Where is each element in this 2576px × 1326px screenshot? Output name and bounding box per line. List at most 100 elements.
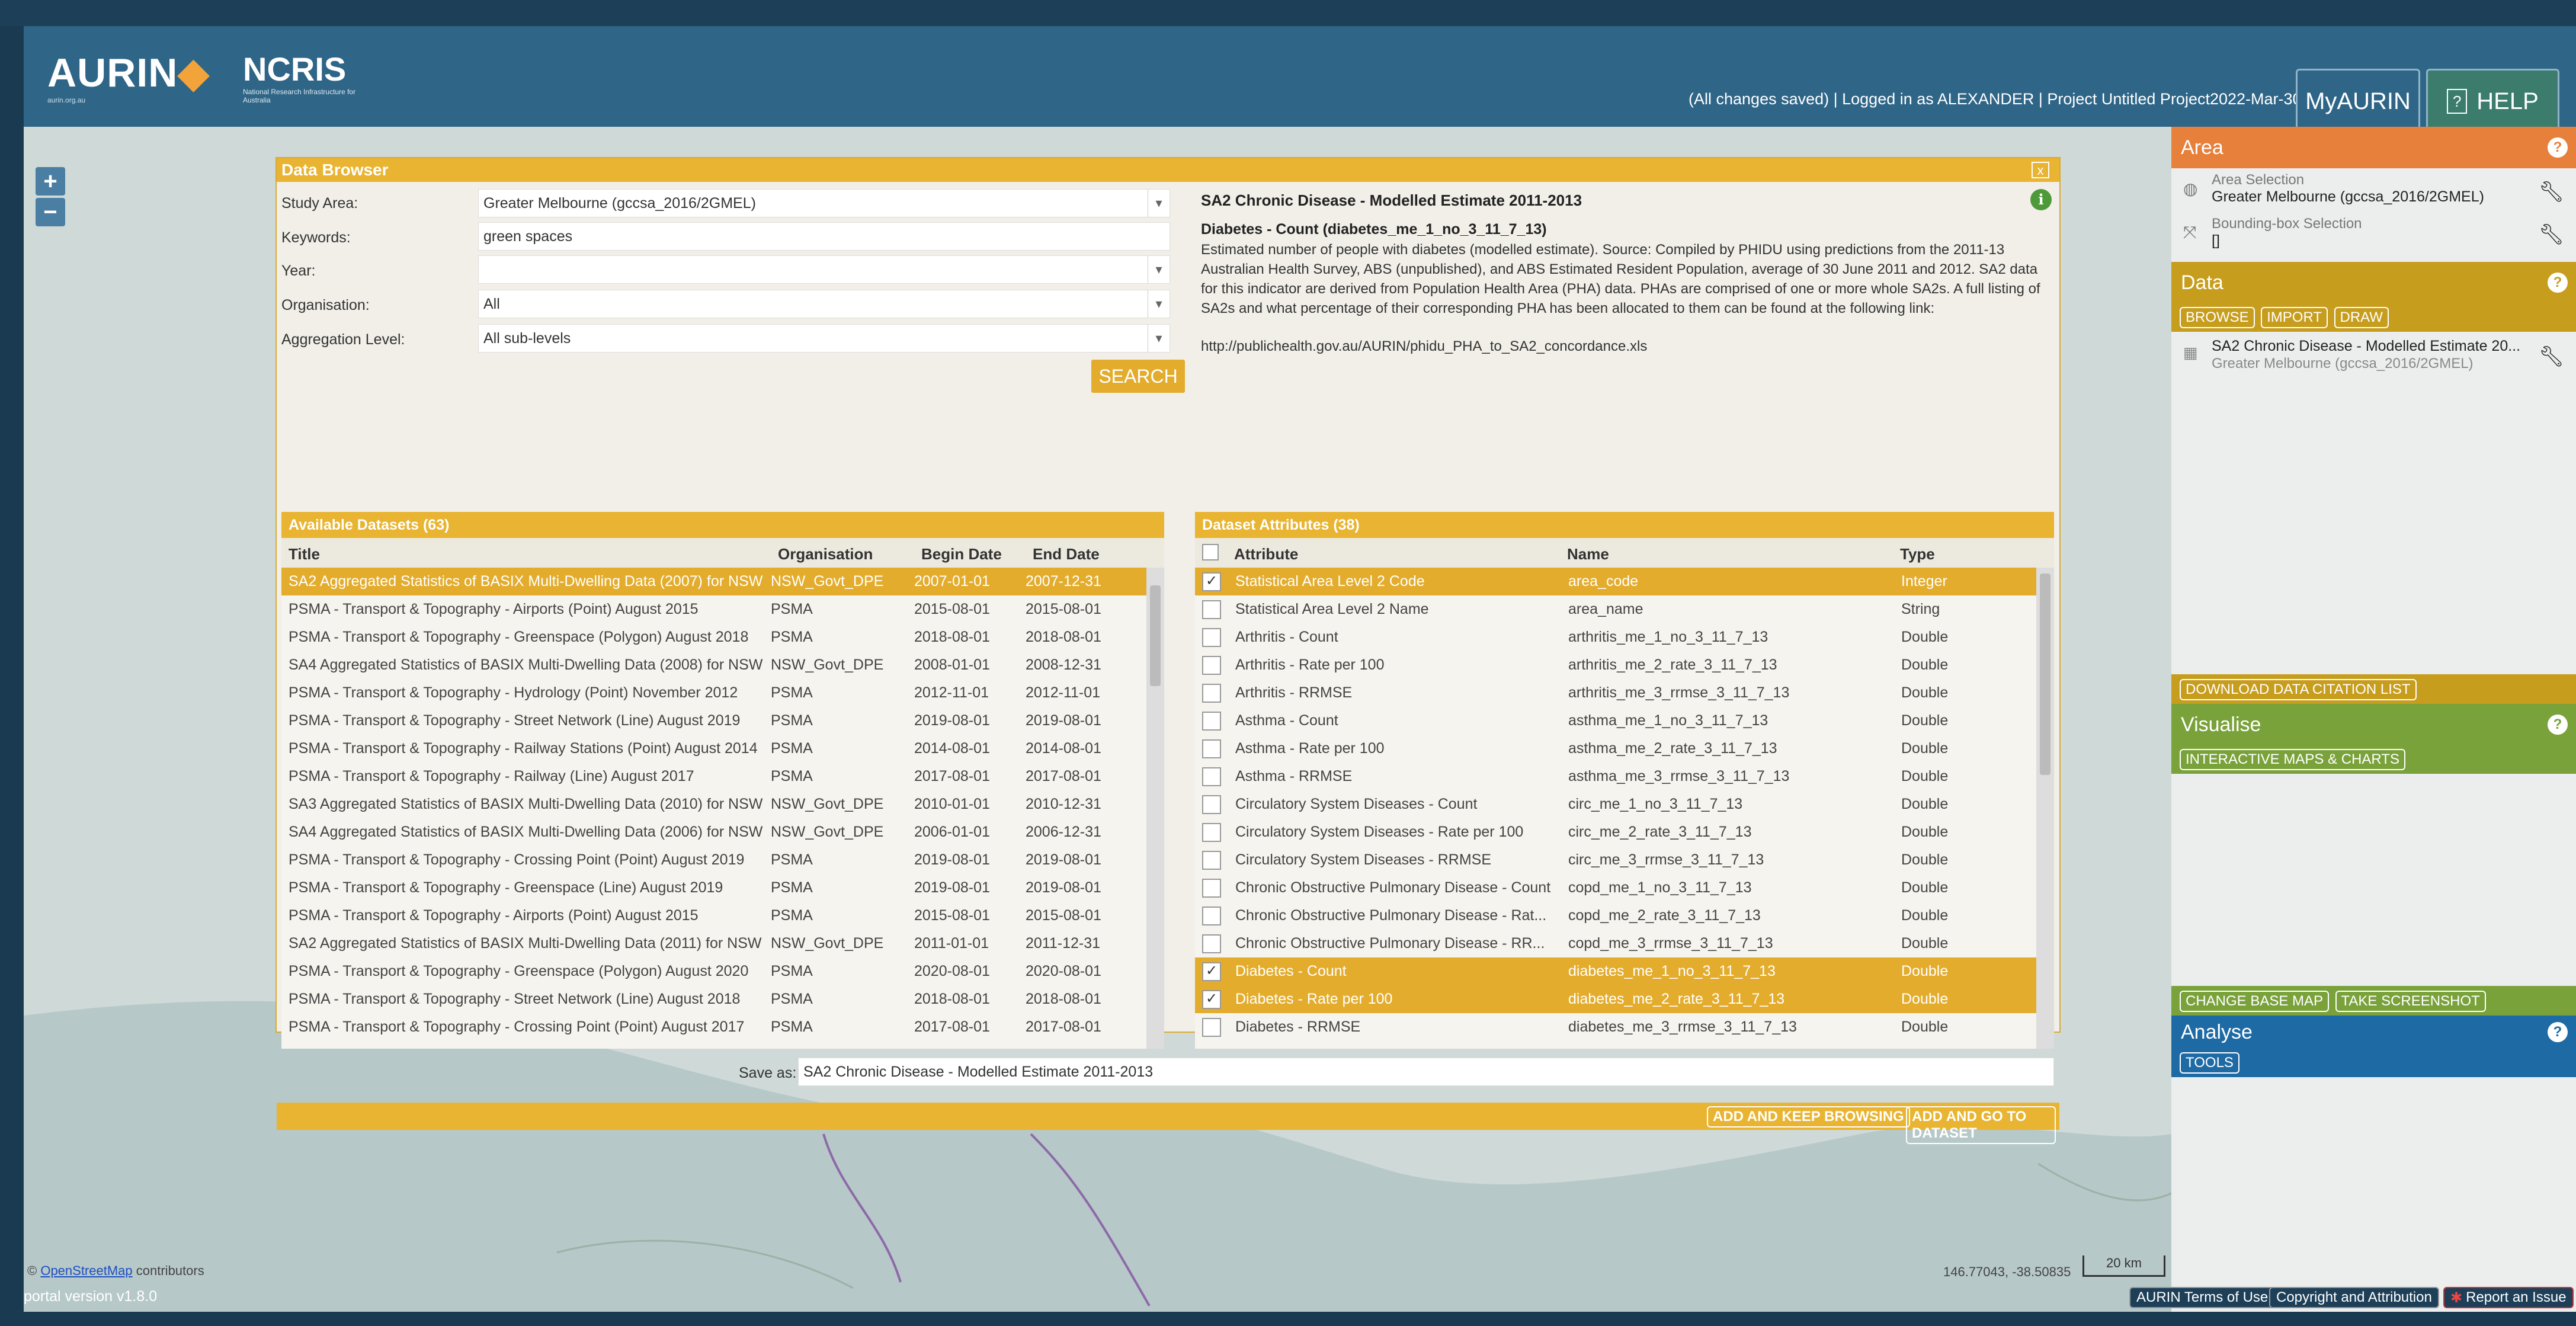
dataset-row[interactable]: SA4 Aggregated Statistics of BASIX Multi…	[281, 818, 1146, 846]
dataset-row[interactable]: PSMA - Transport & Topography - Railway …	[281, 763, 1146, 790]
datasets-list[interactable]: SA2 Aggregated Statistics of BASIX Multi…	[281, 568, 1146, 1049]
dataset-row[interactable]: PSMA - Transport & Topography - Street N…	[281, 707, 1146, 735]
wrench-icon[interactable]: 🔧︎	[2539, 180, 2564, 204]
col-attribute[interactable]: Attribute	[1234, 545, 1298, 563]
attribute-checkbox[interactable]	[1202, 1017, 1221, 1037]
myaurin-button[interactable]: MyAURIN	[2296, 69, 2420, 134]
dataset-row[interactable]: PSMA - Transport & Topography - Street N…	[281, 985, 1146, 1013]
dataset-row[interactable]: SA2 Aggregated Statistics of BASIX Multi…	[281, 568, 1146, 595]
attribute-checkbox[interactable]	[1202, 600, 1221, 619]
wrench-icon[interactable]: 🔧︎	[2539, 345, 2564, 369]
detail-link[interactable]: http://publichealth.gov.au/AURIN/phidu_P…	[1201, 338, 1647, 355]
attribute-row[interactable]: Circulatory System Diseases - Count circ_…	[1195, 790, 2036, 818]
datasets-scroll-thumb[interactable]	[1150, 585, 1161, 686]
aurin-logo[interactable]: AURIN◆	[47, 50, 210, 97]
save-as-input[interactable]: SA2 Chronic Disease - Modelled Estimate …	[798, 1058, 2054, 1086]
col-begin-date[interactable]: Begin Date	[921, 545, 1002, 563]
add-go-to-dataset-button[interactable]: ADD AND GO TO DATASET	[1906, 1106, 2056, 1144]
attribute-row[interactable]: Arthritis - Count arthritis_me_1_no_3_11_…	[1195, 623, 2036, 651]
attribute-row[interactable]: Circulatory System Diseases - Rate per 1…	[1195, 818, 2036, 846]
visualise-help-icon[interactable]: ?	[2548, 715, 2568, 735]
zoom-in-button[interactable]: +	[36, 167, 65, 196]
close-icon[interactable]: x	[2032, 162, 2049, 178]
attribute-row[interactable]: ✓ Diabetes - Rate per 100 diabetes_me_2_ra…	[1195, 985, 2036, 1013]
report-issue-link[interactable]: ✱ Report an Issue	[2443, 1287, 2574, 1308]
area-help-icon[interactable]: ?	[2548, 137, 2568, 158]
dataset-row[interactable]: PSMA - Transport & Topography - Greenspa…	[281, 957, 1146, 985]
take-screenshot-button[interactable]: TAKE SCREENSHOT	[2335, 991, 2486, 1012]
wrench-icon[interactable]: 🔧︎	[2539, 223, 2564, 246]
attribute-checkbox[interactable]	[1202, 711, 1221, 731]
dataset-row[interactable]: SA3 Aggregated Statistics of BASIX Multi…	[281, 790, 1146, 818]
attribute-checkbox[interactable]: ✓	[1202, 989, 1221, 1009]
attribute-checkbox[interactable]	[1202, 767, 1221, 786]
analyse-section-header[interactable]: Analyse ?	[2171, 1016, 2576, 1049]
attribute-checkbox[interactable]	[1202, 822, 1221, 842]
select-all-checkbox[interactable]	[1202, 544, 1219, 560]
change-base-map-button[interactable]: CHANGE BASE MAP	[2180, 991, 2330, 1012]
import-button[interactable]: IMPORT	[2261, 307, 2328, 328]
attribute-checkbox[interactable]: ✓	[1202, 572, 1221, 591]
attribute-checkbox[interactable]	[1202, 739, 1221, 758]
attribute-checkbox[interactable]	[1202, 655, 1221, 675]
col-type[interactable]: Type	[1900, 545, 1935, 563]
draw-button[interactable]: DRAW	[2334, 307, 2389, 328]
data-section-header[interactable]: Data ?	[2171, 262, 2576, 303]
dataset-row[interactable]: PSMA - Transport & Topography - Crossing…	[281, 1013, 1146, 1041]
attribute-checkbox[interactable]	[1202, 906, 1221, 925]
attribute-row[interactable]: Arthritis - Rate per 100 arthritis_me_2_r…	[1195, 651, 2036, 679]
data-item-title[interactable]: SA2 Chronic Disease - Modelled Estimate …	[2212, 338, 2520, 355]
dataset-row[interactable]: PSMA - Transport & Topography - Greenspa…	[281, 874, 1146, 902]
attribute-checkbox[interactable]	[1202, 878, 1221, 898]
dataset-row[interactable]: PSMA - Transport & Topography - Crossing…	[281, 846, 1146, 874]
year-select[interactable]: ▾	[478, 255, 1170, 284]
organisation-select[interactable]: All ▾	[478, 290, 1170, 318]
info-icon[interactable]: i	[2030, 189, 2052, 210]
attribute-row[interactable]: ✓ Diabetes - Count diabetes_me_1_no_3_11_7…	[1195, 957, 2036, 985]
dataset-row[interactable]: PSMA - Transport & Topography - Airports…	[281, 902, 1146, 930]
col-organisation[interactable]: Organisation	[778, 545, 873, 563]
attribute-row[interactable]: Diabetes - RRMSE diabetes_me_3_rrmse_3_11…	[1195, 1013, 2036, 1041]
attribute-checkbox[interactable]	[1202, 795, 1221, 814]
tools-button[interactable]: TOOLS	[2180, 1052, 2239, 1074]
attribute-row[interactable]: ✓ Statistical Area Level 2 Code area_code I…	[1195, 568, 2036, 595]
attribute-checkbox[interactable]	[1202, 850, 1221, 870]
col-end-date[interactable]: End Date	[1033, 545, 1100, 563]
search-button[interactable]: SEARCH	[1091, 360, 1185, 393]
attributes-list[interactable]: ✓ Statistical Area Level 2 Code area_code I…	[1195, 568, 2036, 1049]
attribute-row[interactable]: Arthritis - RRMSE arthritis_me_3_rrmse_3_…	[1195, 679, 2036, 707]
osm-link[interactable]: OpenStreetMap	[40, 1263, 132, 1278]
terms-link[interactable]: AURIN Terms of Use	[2129, 1287, 2276, 1308]
copyright-link[interactable]: Copyright and Attribution	[2269, 1287, 2439, 1308]
interactive-maps-button[interactable]: INTERACTIVE MAPS & CHARTS	[2180, 749, 2405, 770]
zoom-out-button[interactable]: −	[36, 198, 65, 226]
dataset-row[interactable]: SA4 Aggregated Statistics of BASIX Multi…	[281, 651, 1146, 679]
attribute-checkbox[interactable]	[1202, 627, 1221, 647]
keywords-input[interactable]: green spaces	[478, 222, 1170, 251]
attribute-row[interactable]: Chronic Obstructive Pulmonary Disease - …	[1195, 874, 2036, 902]
study-area-select[interactable]: Greater Melbourne (gccsa_2016/2GMEL) ▾	[478, 189, 1170, 217]
area-section-header[interactable]: Area ?	[2171, 127, 2576, 168]
attributes-scroll-thumb[interactable]	[2040, 574, 2050, 775]
attribute-row[interactable]: Chronic Obstructive Pulmonary Disease - …	[1195, 902, 2036, 930]
col-title[interactable]: Title	[289, 545, 320, 563]
attributes-scrollbar[interactable]	[2036, 568, 2054, 1049]
dataset-row[interactable]: PSMA - Transport & Topography - Airports…	[281, 595, 1146, 623]
data-help-icon[interactable]: ?	[2548, 273, 2568, 293]
datasets-scrollbar[interactable]	[1146, 568, 1164, 1049]
dataset-row[interactable]: SA2 Aggregated Statistics of BASIX Multi…	[281, 930, 1146, 957]
attribute-row[interactable]: Asthma - Count asthma_me_1_no_3_11_7_13 Do…	[1195, 707, 2036, 735]
attribute-row[interactable]: Chronic Obstructive Pulmonary Disease - …	[1195, 930, 2036, 957]
dataset-row[interactable]: PSMA - Transport & Topography - Hydrolog…	[281, 679, 1146, 707]
dataset-row[interactable]: PSMA - Transport & Topography - Greenspa…	[281, 623, 1146, 651]
attribute-row[interactable]: Asthma - Rate per 100 asthma_me_2_rate_3_…	[1195, 735, 2036, 763]
add-keep-browsing-button[interactable]: ADD AND KEEP BROWSING	[1707, 1106, 1910, 1128]
attribute-checkbox[interactable]: ✓	[1202, 962, 1221, 981]
attribute-row[interactable]: Asthma - RRMSE asthma_me_3_rrmse_3_11_7_1…	[1195, 763, 2036, 790]
attribute-row[interactable]: Circulatory System Diseases - RRMSE circ_…	[1195, 846, 2036, 874]
attribute-checkbox[interactable]	[1202, 683, 1221, 703]
attribute-checkbox[interactable]	[1202, 934, 1221, 953]
attribute-row[interactable]: Statistical Area Level 2 Name area_name St…	[1195, 595, 2036, 623]
analyse-help-icon[interactable]: ?	[2548, 1022, 2568, 1042]
help-button[interactable]: ? HELP	[2426, 69, 2559, 134]
